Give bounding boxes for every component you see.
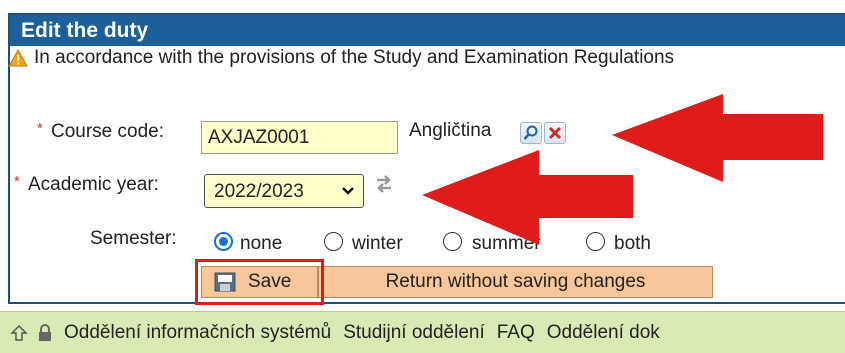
up-arrow-icon[interactable] [10, 324, 28, 342]
semester-option-label: none [240, 233, 283, 254]
search-icon [523, 125, 538, 140]
swap-icon[interactable] [373, 172, 395, 196]
footer-link-information-systems[interactable]: Oddělení informačních systémů [64, 322, 331, 344]
required-mark: * [14, 173, 20, 190]
panel-header: Edit the duty [10, 15, 845, 46]
footer-link-department[interactable]: Oddělení dok [547, 322, 660, 344]
warning-icon [8, 49, 28, 67]
notice-row: In accordance with the provisions of the… [8, 45, 674, 71]
chevron-down-icon [342, 187, 354, 195]
highlight-box [195, 259, 324, 305]
footer-bar: Oddělení informačních systémů Studijní o… [0, 311, 845, 353]
course-code-input[interactable]: AXJAZ0001 [201, 121, 398, 154]
return-without-saving-button[interactable]: Return without saving changes [318, 266, 713, 298]
panel-title: Edit the duty [21, 19, 149, 42]
course-code-label: Course code: [51, 121, 165, 142]
academic-year-select[interactable]: 2022/2023 [204, 174, 364, 208]
lock-icon[interactable] [36, 323, 54, 342]
red-arrow-annotation [422, 150, 633, 245]
notice-text: In accordance with the provisions of the… [34, 47, 675, 68]
delete-icon [548, 126, 562, 140]
required-mark: * [37, 120, 43, 137]
course-name: Angličtina [409, 120, 492, 141]
semester-radio-none[interactable] [214, 232, 233, 251]
semester-radio-winter[interactable] [324, 232, 343, 251]
clear-course-button[interactable] [544, 122, 566, 144]
red-arrow-annotation [612, 94, 823, 182]
semester-option-label: winter [352, 233, 403, 254]
search-course-button[interactable] [520, 122, 542, 144]
footer-link-faq[interactable]: FAQ [497, 322, 535, 344]
academic-year-value: 2022/2023 [214, 181, 304, 202]
footer-link-study-department[interactable]: Studijní oddělení [343, 322, 485, 344]
academic-year-label: Academic year: [28, 174, 159, 195]
semester-label: Semester: [90, 228, 177, 249]
